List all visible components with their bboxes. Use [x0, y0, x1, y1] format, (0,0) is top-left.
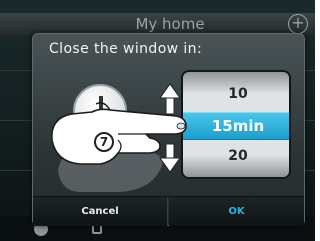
step-number-badge: 7: [94, 132, 114, 152]
dialog-button-bar: Cancel OK: [33, 196, 304, 226]
time-picker-wheel[interactable]: 10 15min 20: [181, 70, 291, 179]
add-icon: +: [288, 14, 308, 34]
timer-clock-icon: [73, 84, 127, 138]
background-title: My home: [135, 15, 205, 33]
picker-selected-value[interactable]: 15min: [183, 112, 289, 140]
picker-option-above[interactable]: 10: [183, 86, 289, 102]
picker-option-below[interactable]: 20: [183, 148, 289, 164]
cancel-button[interactable]: Cancel: [33, 197, 168, 226]
clock-hand: [99, 111, 113, 115]
dialog-title: Close the window in:: [49, 41, 203, 57]
ok-button[interactable]: OK: [169, 197, 304, 226]
